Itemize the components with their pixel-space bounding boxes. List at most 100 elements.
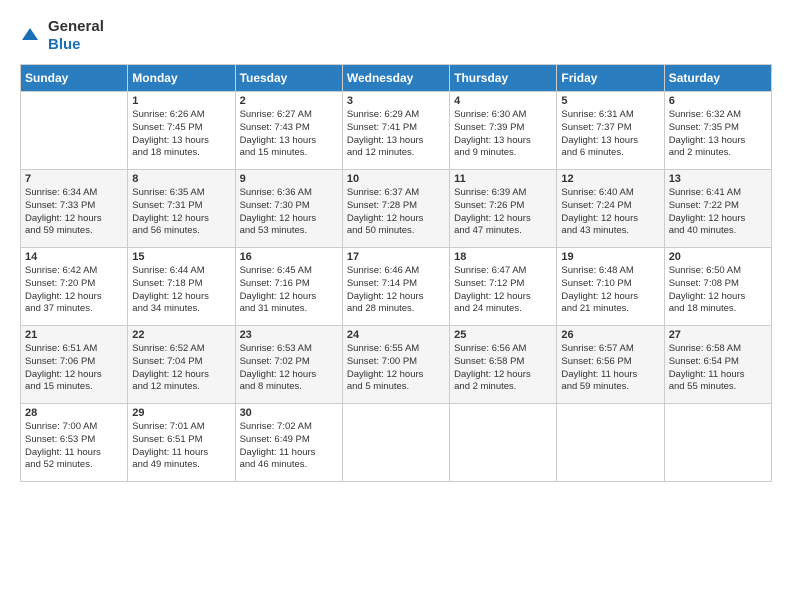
day-info: Sunrise: 6:35 AMSunset: 7:31 PMDaylight:… (132, 187, 230, 238)
day-info: Sunrise: 6:29 AMSunset: 7:41 PMDaylight:… (347, 109, 445, 160)
weekday-header-friday: Friday (557, 65, 664, 92)
day-info: Sunrise: 6:55 AMSunset: 7:00 PMDaylight:… (347, 343, 445, 394)
calendar-table: SundayMondayTuesdayWednesdayThursdayFrid… (20, 64, 772, 482)
calendar-cell: 18Sunrise: 6:47 AMSunset: 7:12 PMDayligh… (450, 248, 557, 326)
calendar-week-3: 14 Sunrise: 6:42 AMSunset: 7:20 PMDayligh… (21, 248, 772, 326)
calendar-cell: 23Sunrise: 6:53 AMSunset: 7:02 PMDayligh… (235, 326, 342, 404)
day-number: 17 (347, 251, 445, 263)
day-info: Sunrise: 6:56 AMSunset: 6:58 PMDaylight:… (454, 343, 552, 394)
day-number: 22 (132, 329, 230, 341)
day-number: 16 (240, 251, 338, 263)
calendar-cell: 24 Sunrise: 6:55 AMSunset: 7:00 PMDayligh… (342, 326, 449, 404)
day-number: 4 (454, 95, 552, 107)
logo-triangle-icon (20, 26, 40, 46)
calendar-cell: 16 Sunrise: 6:45 AMSunset: 7:16 PMDayligh… (235, 248, 342, 326)
day-info: Sunrise: 6:52 AMSunset: 7:04 PMDaylight:… (132, 343, 230, 394)
calendar-cell: 2Sunrise: 6:27 AMSunset: 7:43 PMDaylight… (235, 92, 342, 170)
calendar-cell (450, 404, 557, 482)
day-number: 26 (561, 329, 659, 341)
day-info: Sunrise: 6:51 AMSunset: 7:06 PMDaylight:… (25, 343, 123, 394)
calendar-cell: 6 Sunrise: 6:32 AMSunset: 7:35 PMDaylight… (664, 92, 771, 170)
calendar-cell: 7 Sunrise: 6:34 AMSunset: 7:33 PMDaylight… (21, 170, 128, 248)
day-number: 24 (347, 329, 445, 341)
day-info: Sunrise: 6:41 AMSunset: 7:22 PMDaylight:… (669, 187, 767, 238)
day-info: Sunrise: 6:32 AMSunset: 7:35 PMDaylight:… (669, 109, 767, 160)
weekday-header-tuesday: Tuesday (235, 65, 342, 92)
calendar-cell: 9 Sunrise: 6:36 AMSunset: 7:30 PMDaylight… (235, 170, 342, 248)
day-number: 28 (25, 407, 123, 419)
weekday-header-row: SundayMondayTuesdayWednesdayThursdayFrid… (21, 65, 772, 92)
day-info: Sunrise: 6:44 AMSunset: 7:18 PMDaylight:… (132, 265, 230, 316)
logo: General Blue (20, 18, 104, 54)
calendar-cell: 29 Sunrise: 7:01 AMSunset: 6:51 PMDayligh… (128, 404, 235, 482)
calendar-week-5: 28 Sunrise: 7:00 AMSunset: 6:53 PMDayligh… (21, 404, 772, 482)
day-number: 9 (240, 173, 338, 185)
day-number: 27 (669, 329, 767, 341)
weekday-header-wednesday: Wednesday (342, 65, 449, 92)
calendar-cell: 14 Sunrise: 6:42 AMSunset: 7:20 PMDayligh… (21, 248, 128, 326)
weekday-header-thursday: Thursday (450, 65, 557, 92)
calendar-cell: 5Sunrise: 6:31 AMSunset: 7:37 PMDaylight… (557, 92, 664, 170)
day-info: Sunrise: 6:50 AMSunset: 7:08 PMDaylight:… (669, 265, 767, 316)
day-info: Sunrise: 7:00 AMSunset: 6:53 PMDaylight:… (25, 421, 123, 472)
calendar-cell: 26Sunrise: 6:57 AMSunset: 6:56 PMDayligh… (557, 326, 664, 404)
day-number: 29 (132, 407, 230, 419)
header: General Blue (20, 18, 772, 54)
calendar-cell: 1Sunrise: 6:26 AMSunset: 7:45 PMDaylight… (128, 92, 235, 170)
calendar-cell (664, 404, 771, 482)
day-info: Sunrise: 7:01 AMSunset: 6:51 PMDaylight:… (132, 421, 230, 472)
day-info: Sunrise: 6:46 AMSunset: 7:14 PMDaylight:… (347, 265, 445, 316)
calendar-cell: 17 Sunrise: 6:46 AMSunset: 7:14 PMDayligh… (342, 248, 449, 326)
calendar-cell: 28 Sunrise: 7:00 AMSunset: 6:53 PMDayligh… (21, 404, 128, 482)
day-info: Sunrise: 6:39 AMSunset: 7:26 PMDaylight:… (454, 187, 552, 238)
day-number: 6 (669, 95, 767, 107)
day-info: Sunrise: 6:53 AMSunset: 7:02 PMDaylight:… (240, 343, 338, 394)
day-number: 13 (669, 173, 767, 185)
calendar-week-2: 7 Sunrise: 6:34 AMSunset: 7:33 PMDaylight… (21, 170, 772, 248)
weekday-header-sunday: Sunday (21, 65, 128, 92)
calendar-cell: 25 Sunrise: 6:56 AMSunset: 6:58 PMDayligh… (450, 326, 557, 404)
calendar-cell: 30Sunrise: 7:02 AMSunset: 6:49 PMDayligh… (235, 404, 342, 482)
calendar-cell: 22 Sunrise: 6:52 AMSunset: 7:04 PMDayligh… (128, 326, 235, 404)
calendar-cell: 10 Sunrise: 6:37 AMSunset: 7:28 PMDayligh… (342, 170, 449, 248)
day-number: 3 (347, 95, 445, 107)
day-number: 11 (454, 173, 552, 185)
day-info: Sunrise: 6:40 AMSunset: 7:24 PMDaylight:… (561, 187, 659, 238)
calendar-cell: 11 Sunrise: 6:39 AMSunset: 7:26 PMDayligh… (450, 170, 557, 248)
day-number: 30 (240, 407, 338, 419)
day-info: Sunrise: 6:42 AMSunset: 7:20 PMDaylight:… (25, 265, 123, 316)
calendar-cell: 20 Sunrise: 6:50 AMSunset: 7:08 PMDayligh… (664, 248, 771, 326)
calendar-cell: 12 Sunrise: 6:40 AMSunset: 7:24 PMDayligh… (557, 170, 664, 248)
day-number: 21 (25, 329, 123, 341)
day-number: 18 (454, 251, 552, 263)
day-info: Sunrise: 6:48 AMSunset: 7:10 PMDaylight:… (561, 265, 659, 316)
calendar-cell: 15 Sunrise: 6:44 AMSunset: 7:18 PMDayligh… (128, 248, 235, 326)
logo-blue: Blue (48, 36, 104, 54)
day-info: Sunrise: 6:34 AMSunset: 7:33 PMDaylight:… (25, 187, 123, 238)
calendar-week-4: 21 Sunrise: 6:51 AMSunset: 7:06 PMDayligh… (21, 326, 772, 404)
day-info: Sunrise: 6:30 AMSunset: 7:39 PMDaylight:… (454, 109, 552, 160)
day-number: 25 (454, 329, 552, 341)
calendar-cell (557, 404, 664, 482)
day-info: Sunrise: 6:37 AMSunset: 7:28 PMDaylight:… (347, 187, 445, 238)
day-number: 19 (561, 251, 659, 263)
calendar-cell: 13 Sunrise: 6:41 AMSunset: 7:22 PMDayligh… (664, 170, 771, 248)
calendar-cell: 4 Sunrise: 6:30 AMSunset: 7:39 PMDaylight… (450, 92, 557, 170)
day-number: 14 (25, 251, 123, 263)
day-number: 15 (132, 251, 230, 263)
day-number: 2 (240, 95, 338, 107)
day-number: 12 (561, 173, 659, 185)
day-number: 10 (347, 173, 445, 185)
day-number: 20 (669, 251, 767, 263)
calendar-cell: 8 Sunrise: 6:35 AMSunset: 7:31 PMDaylight… (128, 170, 235, 248)
weekday-header-saturday: Saturday (664, 65, 771, 92)
day-number: 8 (132, 173, 230, 185)
day-info: Sunrise: 6:45 AMSunset: 7:16 PMDaylight:… (240, 265, 338, 316)
calendar-cell (21, 92, 128, 170)
day-info: Sunrise: 6:36 AMSunset: 7:30 PMDaylight:… (240, 187, 338, 238)
day-number: 7 (25, 173, 123, 185)
day-info: Sunrise: 6:26 AMSunset: 7:45 PMDaylight:… (132, 109, 230, 160)
logo-general: General (48, 18, 104, 36)
calendar-week-1: 1Sunrise: 6:26 AMSunset: 7:45 PMDaylight… (21, 92, 772, 170)
weekday-header-monday: Monday (128, 65, 235, 92)
